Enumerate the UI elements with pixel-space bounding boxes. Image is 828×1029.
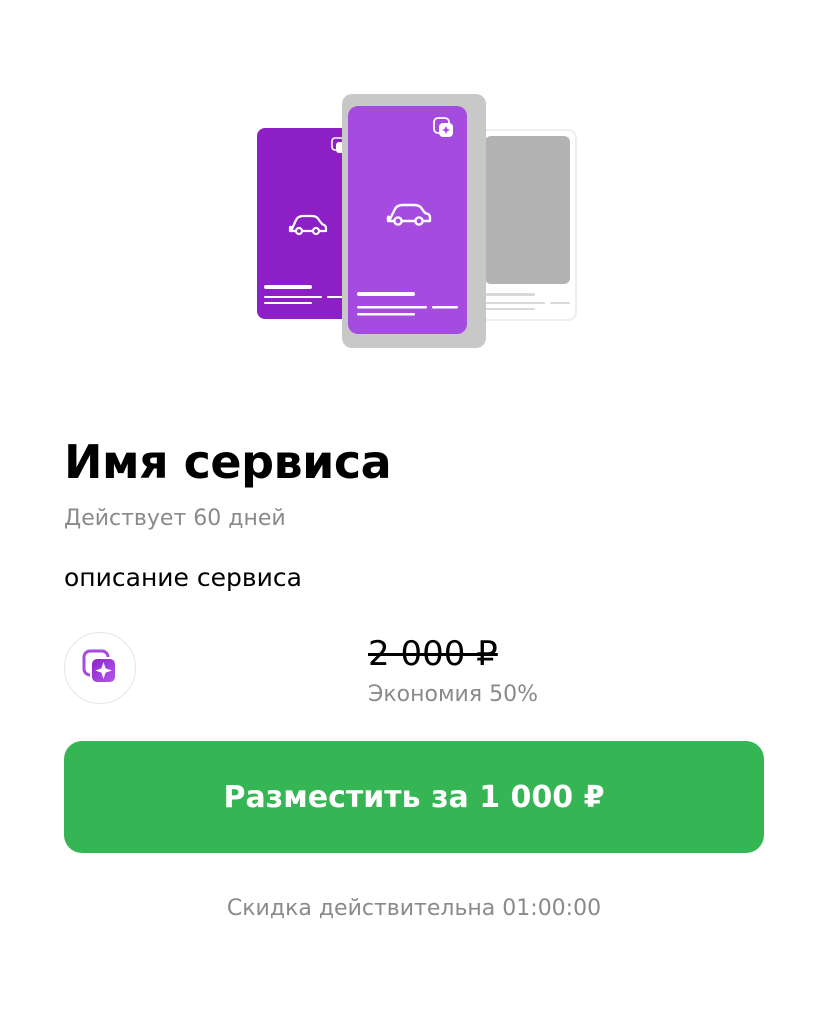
place-ad-button-label: Разместить за 1 000 ₽ [223,779,605,815]
right-placeholder-card [477,129,577,321]
promo-illustration [250,90,580,352]
service-duration: Действует 60 дней [64,506,286,531]
old-price: 2 000 ₽ [368,634,498,674]
service-title: Имя сервиса [64,435,392,489]
front-ad-card [342,94,486,348]
place-ad-button[interactable]: Разместить за 1 000 ₽ [64,741,764,853]
savings-label: Экономия 50% [368,682,538,707]
service-stack-icon [82,649,117,684]
discount-timer: Скидка действительна 01:00:00 [226,896,602,921]
service-badge [64,632,136,704]
service-description: описание сервиса [64,563,302,592]
